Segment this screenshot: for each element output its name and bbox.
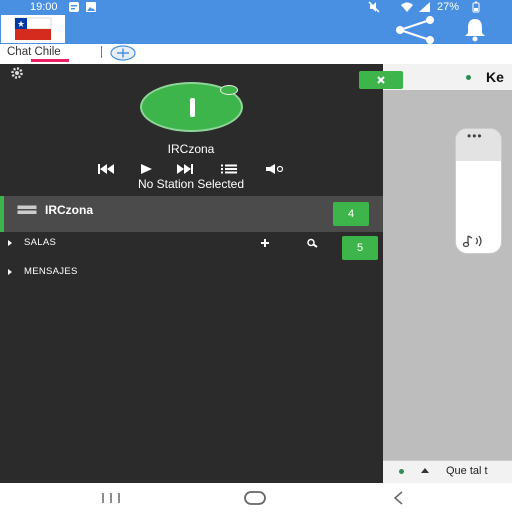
search-icon[interactable] bbox=[306, 238, 318, 248]
expand-up-icon[interactable] bbox=[421, 468, 429, 473]
media-volume-icon bbox=[462, 235, 482, 248]
message-input[interactable]: Que tal t bbox=[446, 465, 488, 477]
battery-percent: 27% bbox=[437, 1, 460, 13]
salas-badge: 5 bbox=[342, 236, 378, 260]
chat-panel bbox=[383, 64, 512, 483]
online-dot bbox=[466, 75, 471, 80]
status-bar: 19:00 27% bbox=[0, 0, 512, 14]
play-icon[interactable] bbox=[139, 163, 153, 175]
volume-options-icon[interactable]: ••• bbox=[467, 129, 483, 143]
gear-icon[interactable] bbox=[10, 66, 24, 80]
add-tab-icon[interactable] bbox=[110, 45, 136, 61]
station-status: No Station Selected bbox=[137, 177, 245, 191]
previous-icon[interactable] bbox=[97, 163, 115, 175]
close-drawer-button[interactable] bbox=[359, 71, 403, 89]
chile-flag-button[interactable] bbox=[1, 15, 65, 43]
share-icon[interactable] bbox=[392, 16, 438, 44]
wifi-icon bbox=[401, 2, 413, 12]
section-salas[interactable]: SALAS bbox=[24, 237, 56, 248]
tab-chat-chile[interactable]: Chat Chile bbox=[7, 45, 61, 59]
bell-icon[interactable] bbox=[462, 16, 488, 42]
server-name: IRCzona bbox=[45, 203, 93, 217]
mute-icon bbox=[368, 1, 380, 13]
notification-icon bbox=[69, 2, 79, 12]
radio-indicator bbox=[220, 85, 238, 95]
volume-icon[interactable] bbox=[265, 163, 285, 175]
expand-salas-icon[interactable] bbox=[8, 240, 12, 246]
tab-bar bbox=[0, 44, 512, 64]
signal-icon bbox=[419, 2, 430, 12]
chat-title: Ke bbox=[486, 69, 504, 85]
status-time: 19:00 bbox=[30, 1, 58, 13]
next-icon[interactable] bbox=[176, 163, 196, 175]
section-mensajes[interactable]: MENSAJES bbox=[24, 266, 78, 277]
add-room-icon[interactable] bbox=[260, 238, 270, 248]
active-tab-indicator bbox=[31, 59, 69, 62]
server-active-indicator bbox=[0, 196, 4, 232]
gallery-icon bbox=[86, 2, 96, 12]
close-icon bbox=[377, 76, 385, 84]
battery-icon bbox=[472, 1, 480, 13]
expand-mensajes-icon[interactable] bbox=[8, 269, 12, 275]
server-badge: 4 bbox=[333, 202, 369, 226]
chile-flag-icon bbox=[14, 17, 52, 40]
back-icon[interactable] bbox=[392, 490, 404, 506]
tab-divider bbox=[101, 46, 102, 58]
server-icon bbox=[17, 205, 37, 214]
station-name: IRCzona bbox=[167, 142, 215, 156]
input-status-dot bbox=[399, 469, 404, 474]
power-icon bbox=[190, 98, 195, 117]
system-nav-bar bbox=[0, 483, 512, 512]
list-icon[interactable] bbox=[220, 163, 238, 175]
home-icon[interactable] bbox=[243, 490, 267, 506]
recents-icon[interactable] bbox=[100, 492, 122, 504]
